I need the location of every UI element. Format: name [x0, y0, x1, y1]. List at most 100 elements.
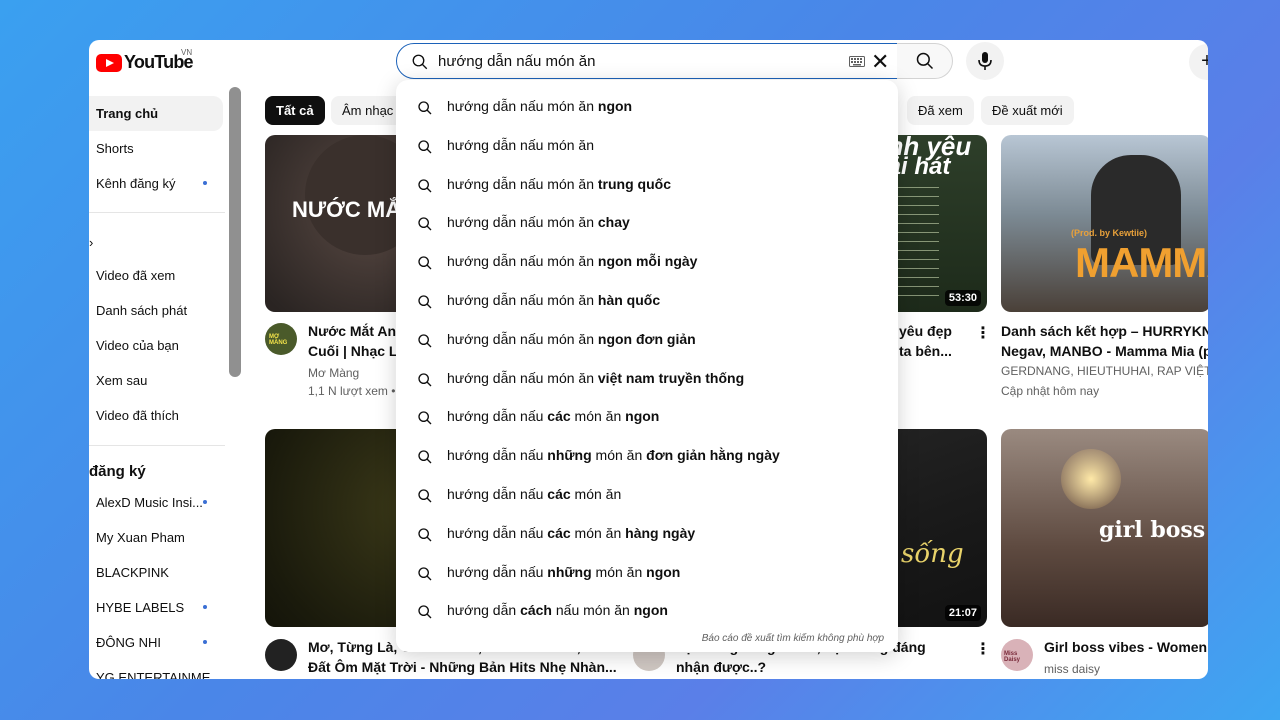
sidebar-item-your-videos[interactable]: Video của bạn — [89, 328, 223, 363]
video-duration: 21:07 — [944, 605, 981, 621]
sidebar-item-history[interactable]: Video đã xem — [89, 258, 223, 293]
video-title[interactable]: Cuối | Nhạc Lo — [308, 341, 398, 361]
channel-name[interactable]: GERDNANG, HIEUTHUHAI, RAP VIỆT v — [1001, 362, 1208, 380]
search-suggestion[interactable]: hướng dẫn nấu món ăn ngon mỗi ngày — [396, 243, 898, 282]
search-box[interactable]: ✕ — [396, 43, 898, 79]
sidebar-channel[interactable]: BLACKPINK — [89, 555, 223, 590]
new-content-dot — [203, 605, 207, 609]
video-title[interactable]: Đất Ôm Mặt Trời - Những Bản Hits Nhẹ Nhà… — [308, 657, 620, 677]
video-title[interactable]: Danh sách kết hợp – HURRYKNG — [1001, 321, 1208, 341]
search-icon — [412, 54, 428, 70]
suggestion-prefix: hướng dẫn nấu — [447, 408, 548, 425]
sidebar-item-label: Kênh đăng ký — [96, 176, 176, 191]
sidebar-channel[interactable]: ĐÔNG NHI — [89, 625, 223, 660]
channel-name: ĐÔNG NHI — [96, 635, 161, 650]
new-content-dot — [203, 500, 207, 504]
suggestion-highlight: ngon — [625, 408, 660, 425]
video-title[interactable]: Girl boss vibes - Women e — [1044, 637, 1208, 657]
sidebar-item-label: Video đã xem — [96, 268, 176, 283]
sidebar-item-subscriptions[interactable]: Kênh đăng ký — [89, 166, 223, 201]
search-suggestion[interactable]: hướng dẫn nấu món ăn — [396, 127, 898, 166]
search-suggestion[interactable]: hướng dẫn nấu các món ăn ngon — [396, 398, 898, 437]
video-title[interactable]: nhận được..? — [676, 657, 966, 677]
sidebar-channel[interactable]: HYBE LABELS — [89, 590, 223, 625]
suggestion-text: hướng dẫn nấu các món ăn ngon — [447, 408, 659, 424]
suggestion-middle: món ăn — [570, 486, 622, 502]
suggestion-text: hướng dẫn nấu các món ăn — [447, 486, 621, 502]
sidebar-channel[interactable]: AlexD Music Insi... — [89, 485, 223, 520]
search-suggestion[interactable]: hướng dẫn nấu món ăn ngon — [396, 88, 898, 127]
channel-avatar[interactable] — [265, 639, 297, 671]
search-suggestion[interactable]: hướng dẫn nấu các món ăn — [396, 476, 898, 515]
channel-avatar[interactable]: MƠ MÀNG — [265, 323, 297, 355]
voice-search-button[interactable] — [966, 42, 1004, 80]
search-icon — [418, 528, 432, 542]
more-options-icon[interactable]: ⋮ — [975, 639, 991, 659]
sidebar-item-label: Shorts — [96, 141, 134, 156]
search-suggestion[interactable]: hướng dẫn nấu món ăn việt nam truyền thố… — [396, 360, 898, 399]
search-suggestion[interactable]: hướng dẫn nấu các món ăn hàng ngày — [396, 515, 898, 554]
search-icon — [418, 334, 432, 348]
suggestion-highlight: ngon mỗi ngày — [597, 253, 698, 270]
youtube-logo[interactable]: YouTube — [96, 52, 194, 73]
chandelier-graphic — [1061, 449, 1121, 509]
video-title[interactable]: yêu đẹp — [899, 321, 969, 341]
search-suggestion[interactable]: hướng dẫn cách nấu món ăn ngon — [396, 592, 898, 631]
clear-search-icon[interactable]: ✕ — [871, 51, 889, 73]
sidebar-scrollbar[interactable] — [229, 87, 241, 377]
suggestion-text: hướng dẫn nấu món ăn trung quốc — [447, 176, 671, 192]
chip-watched[interactable]: Đã xem — [907, 96, 974, 125]
sidebar-channel[interactable]: YG ENTERTAINME... — [89, 660, 223, 679]
create-button[interactable]: + — [1189, 44, 1208, 80]
sidebar-item-watch-later[interactable]: Xem sau — [89, 363, 223, 398]
video-thumbnail[interactable]: girl boss v — [1001, 429, 1208, 627]
channel-name[interactable]: Mơ Màng — [308, 364, 398, 382]
suggestion-highlight: ngon đơn giản — [597, 330, 696, 347]
search-suggestion[interactable]: hướng dẫn nấu những món ăn đơn giản hằng… — [396, 437, 898, 476]
video-title[interactable]: Nước Mắt Anh — [308, 321, 398, 341]
sidebar-item-playlists[interactable]: Danh sách phát — [89, 293, 223, 328]
search-button[interactable] — [897, 43, 953, 79]
chip-new-to-you[interactable]: Đề xuất mới — [981, 96, 1074, 125]
video-thumbnail[interactable]: (Prod. by Kewtiie) MAMMA — [1001, 135, 1208, 312]
search-suggestion[interactable]: hướng dẫn nấu món ăn trung quốc — [396, 166, 898, 205]
search-suggestion[interactable]: hướng dẫn nấu món ăn chay — [396, 204, 898, 243]
suggestion-prefix: hướng dẫn nấu món ăn — [447, 136, 594, 153]
channel-avatar[interactable]: Miss Daisy — [1001, 639, 1033, 671]
suggestion-highlight: các — [547, 524, 571, 541]
channel-name: BLACKPINK — [96, 565, 169, 580]
suggestion-highlight: hàng ngày — [625, 524, 696, 541]
channel-name[interactable]: miss daisy — [1044, 660, 1208, 678]
keyboard-icon[interactable] — [849, 56, 865, 67]
chip-music[interactable]: Âm nhạc — [331, 96, 405, 125]
suggestion-highlight: ngon — [597, 98, 633, 114]
youtube-window: YouTube VN ✕ + Trang ch — [89, 40, 1208, 679]
search-icon — [418, 140, 432, 154]
suggestion-prefix: hướng dẫn nấu món ăn — [447, 214, 598, 231]
search-input[interactable] — [438, 50, 838, 72]
suggestion-highlight: cách — [520, 602, 552, 619]
region-code: VN — [181, 48, 193, 57]
sidebar-item-liked-videos[interactable]: Video đã thích — [89, 398, 223, 433]
suggestion-text: hướng dẫn nấu món ăn — [447, 137, 594, 153]
report-suggestions-link[interactable]: Báo cáo đề xuất tìm kiếm không phù hợp — [702, 633, 884, 644]
youtube-play-icon — [96, 53, 122, 72]
sidebar-item-home[interactable]: Trang chủ — [89, 96, 223, 131]
search-icon — [916, 52, 933, 70]
chip-all[interactable]: Tất cả — [265, 96, 325, 125]
search-icon — [418, 489, 432, 503]
chevron-right-icon[interactable]: › — [89, 235, 93, 250]
sidebar-item-label: Danh sách phát — [96, 303, 188, 318]
search-suggestion[interactable]: hướng dẫn nấu món ăn ngon đơn giản — [396, 321, 898, 360]
thumbnail-text: MAMMA — [1075, 239, 1208, 286]
more-options-icon[interactable]: ⋮ — [975, 323, 991, 343]
suggestion-highlight: ngon — [633, 602, 668, 619]
video-title[interactable]: ta bên... — [899, 341, 969, 361]
suggestion-highlight: các — [547, 408, 571, 425]
sidebar-channel[interactable]: My Xuan Pham — [89, 520, 223, 555]
search-suggestion[interactable]: hướng dẫn nấu những món ăn ngon — [396, 554, 898, 593]
sidebar-item-shorts[interactable]: Shorts — [89, 131, 223, 166]
video-title[interactable]: Negav, MANBO - Mamma Mia (pr — [1001, 341, 1208, 361]
suggestion-highlight: đơn giản hằng ngày — [646, 447, 780, 464]
search-suggestion[interactable]: hướng dẫn nấu món ăn hàn quốc — [396, 282, 898, 321]
